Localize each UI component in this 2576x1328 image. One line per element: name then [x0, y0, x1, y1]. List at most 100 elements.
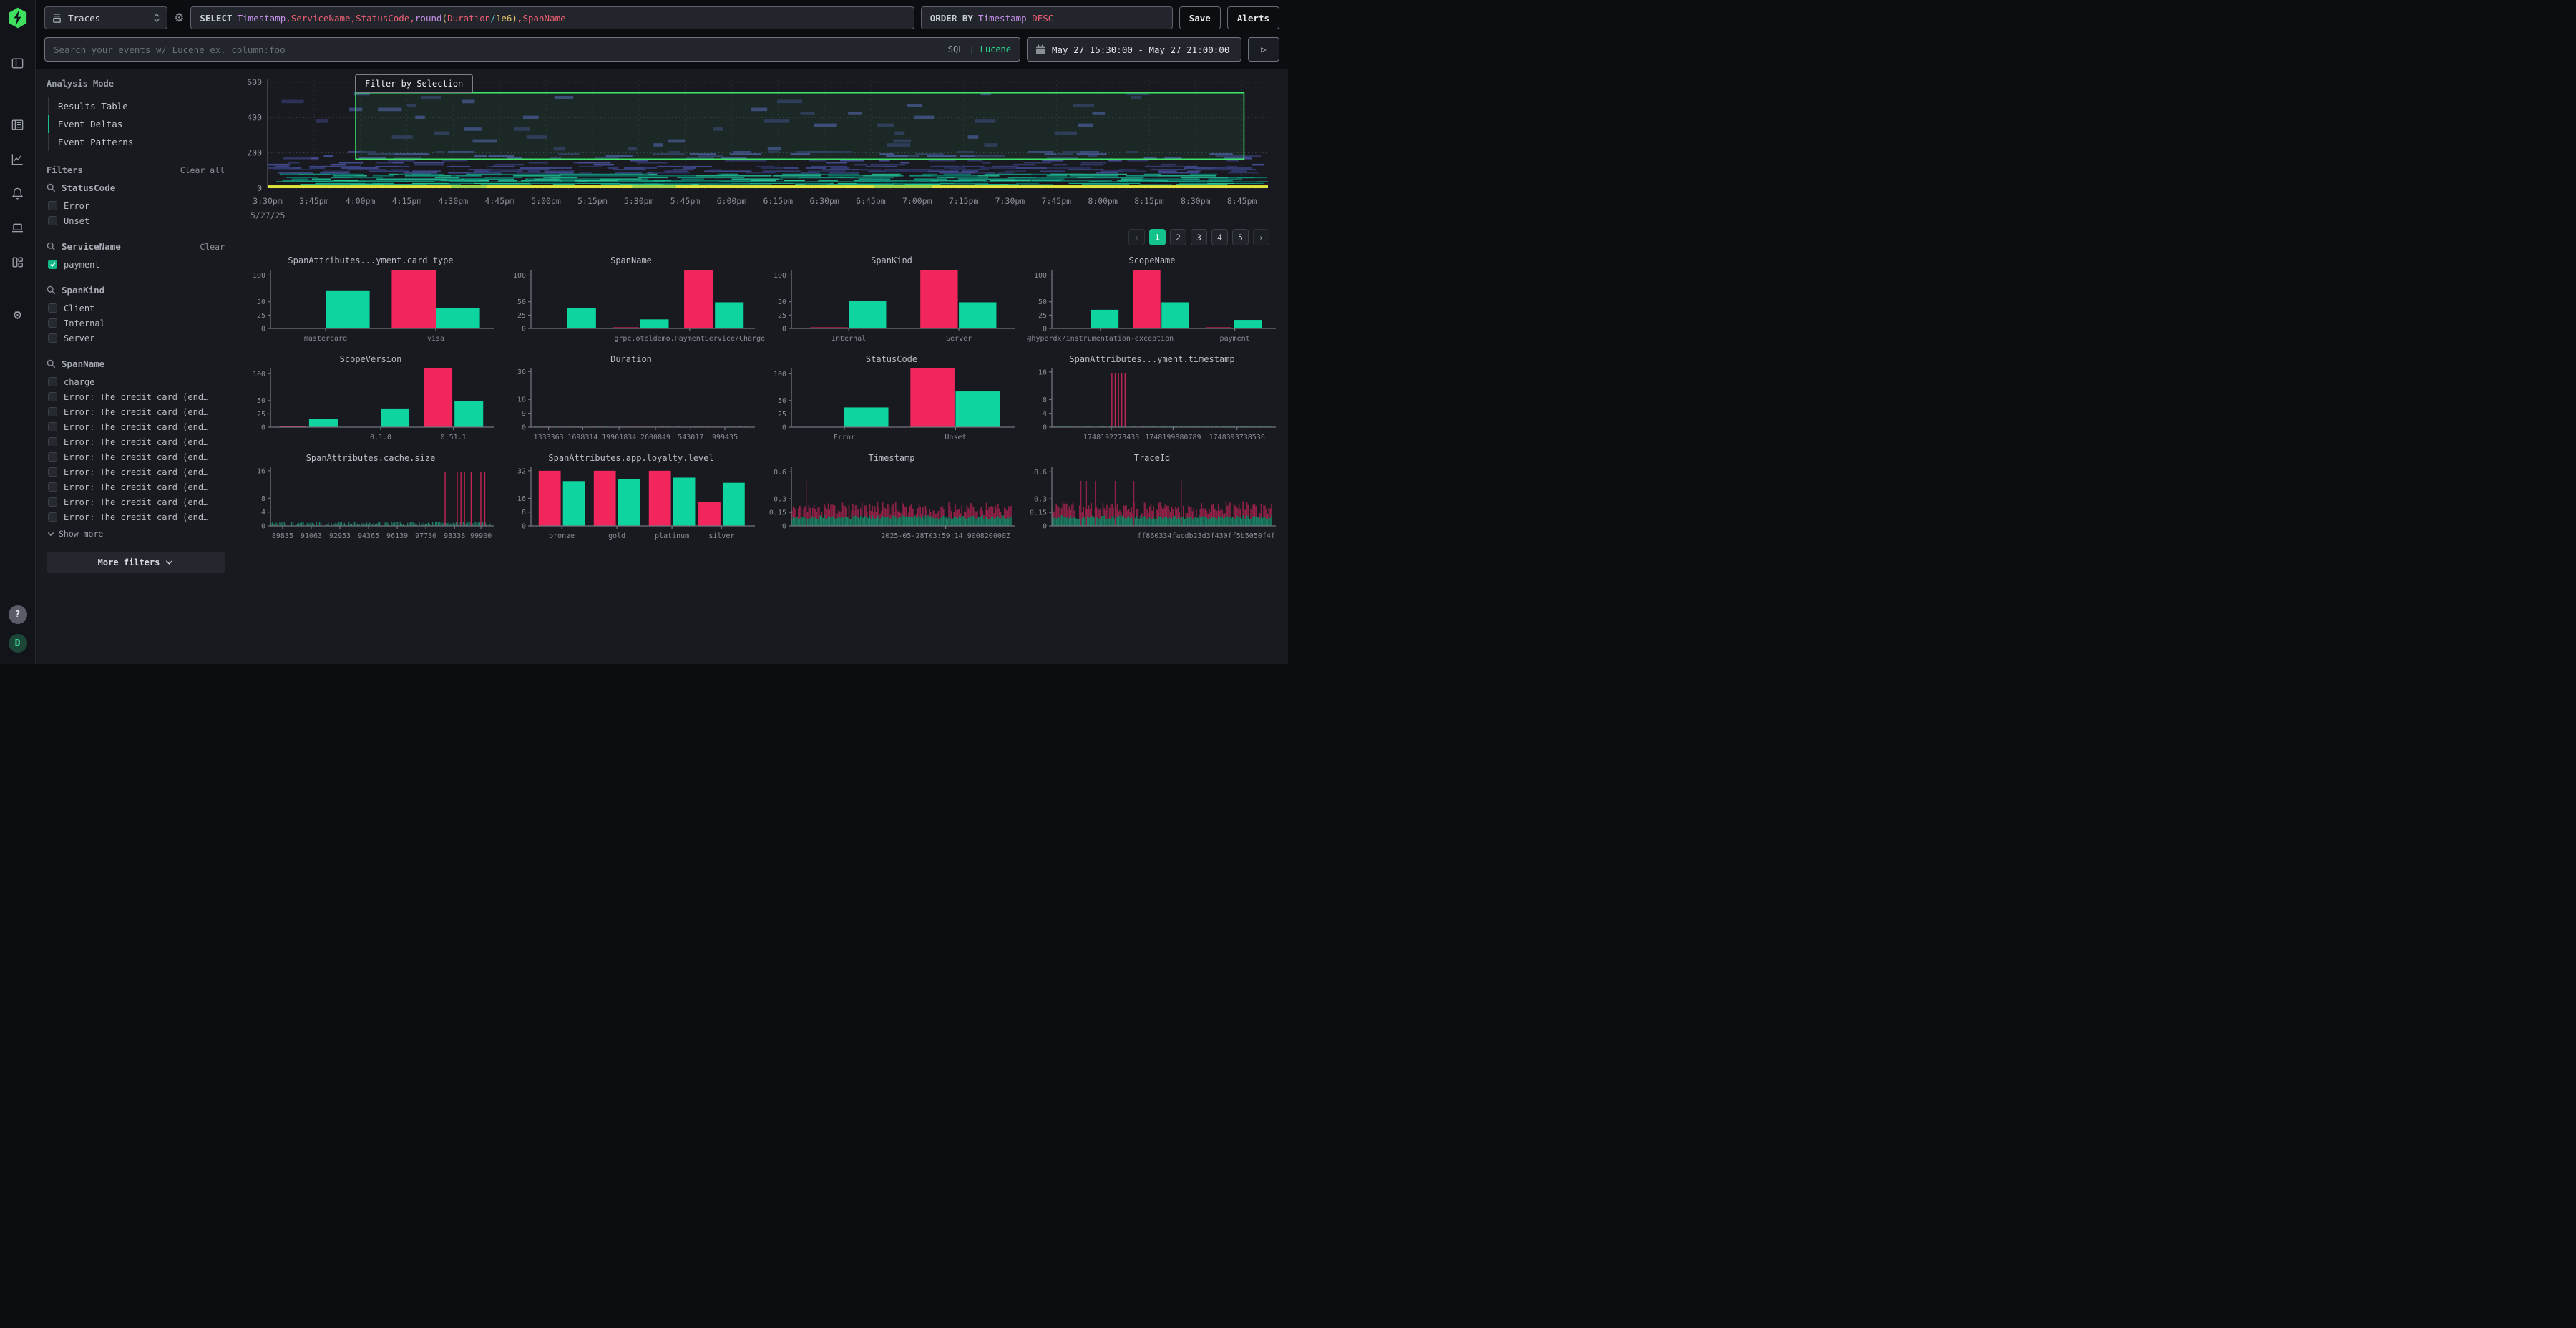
checkbox-checked[interactable] [48, 260, 57, 269]
mini-chart-svg[interactable]: 321680bronzegoldplatinumsilver [505, 465, 757, 547]
laptop-icon[interactable] [6, 215, 30, 240]
svg-text:0: 0 [782, 326, 786, 333]
pagination-page-1[interactable]: 1 [1149, 229, 1166, 245]
checkbox[interactable] [48, 497, 57, 507]
save-button[interactable]: Save [1179, 6, 1221, 29]
logs-icon[interactable] [6, 112, 30, 137]
bell-icon[interactable] [6, 181, 30, 205]
mini-chart-svg[interactable]: 1684017481922734331748199880789174839373… [1026, 366, 1278, 448]
filter-option[interactable]: Error: The credit card (end… [47, 464, 225, 479]
checkbox[interactable] [48, 201, 57, 210]
filter-option-label: payment [64, 260, 100, 270]
mini-chart-svg[interactable]: 3618901333363169831419961834260084954301… [505, 366, 757, 448]
mini-chart-svg[interactable]: 10050250InternalServer [766, 268, 1018, 349]
svg-text:visa: visa [427, 335, 444, 343]
analysis-mode-item[interactable]: Results Table [48, 97, 225, 115]
search-input[interactable]: Search your events w/ Lucene ex. column:… [44, 37, 1020, 62]
filter-option[interactable]: Client [47, 301, 225, 316]
mini-chart-9: SpanAttributes.app.loyalty.level321680br… [504, 453, 758, 547]
clear-all-link[interactable]: Clear all [180, 165, 225, 175]
run-query-button[interactable]: ▷ [1248, 37, 1279, 62]
layout-grid-icon[interactable] [6, 250, 30, 274]
events-heatmap-chart[interactable]: Filter by Selection 60040020003:30pm3:45… [238, 73, 1288, 223]
line-chart-icon[interactable] [6, 147, 30, 171]
filter-option[interactable]: Error: The credit card (end… [47, 479, 225, 494]
filter-option[interactable]: Error: The credit card (end… [47, 449, 225, 464]
alerts-button[interactable]: Alerts [1227, 6, 1279, 29]
filter-by-selection-tooltip[interactable]: Filter by Selection [355, 74, 473, 93]
query-token: Timestamp [238, 13, 286, 24]
filter-option[interactable]: charge [47, 374, 225, 389]
mini-chart-svg[interactable]: 100502500.1.00.51.1 [245, 366, 497, 448]
pagination-page-5[interactable]: 5 [1232, 229, 1249, 245]
svg-text:7:30pm: 7:30pm [995, 196, 1025, 206]
checkbox[interactable] [48, 452, 57, 462]
sql-toggle[interactable]: SQL [948, 44, 964, 54]
checkbox[interactable] [48, 333, 57, 343]
checkbox[interactable] [48, 437, 57, 446]
mini-chart-title: SpanAttributes...yment.card_type [243, 255, 498, 268]
query-token: , [351, 13, 356, 24]
filter-option[interactable]: Internal [47, 316, 225, 331]
pagination-page-3[interactable]: 3 [1191, 229, 1207, 245]
mini-chart-8: SpanAttributes.cache.size168408983591063… [243, 453, 498, 547]
checkbox[interactable] [48, 482, 57, 492]
gear-icon[interactable]: ⚙ [6, 303, 30, 327]
filter-option[interactable]: Error: The credit card (end… [47, 404, 225, 419]
svg-text:grpc.oteldemo.PaymentService/C: grpc.oteldemo.PaymentService/Charge [614, 335, 765, 343]
svg-text:6:15pm: 6:15pm [763, 196, 793, 206]
mini-chart-title: SpanName [504, 255, 758, 268]
pagination-page-4[interactable]: 4 [1211, 229, 1228, 245]
filter-option[interactable]: payment [47, 257, 225, 272]
checkbox[interactable] [48, 303, 57, 313]
source-select[interactable]: Traces [44, 6, 167, 29]
filter-option[interactable]: Error: The credit card (end… [47, 509, 225, 524]
svg-text:0: 0 [1043, 326, 1047, 333]
mini-chart-svg[interactable]: 0.60.30.150ff860334facdb23d3f430ff5b5050… [1026, 465, 1278, 547]
analysis-mode-item[interactable]: Event Patterns [48, 133, 225, 151]
filter-clear-link[interactable]: Clear [200, 242, 225, 252]
avatar[interactable]: D [9, 634, 27, 653]
date-range-picker[interactable]: May 27 15:30:00 - May 27 21:00:00 [1027, 37, 1241, 62]
mini-chart-svg[interactable]: 10050250ErrorUnset [766, 366, 1018, 448]
svg-text:payment: payment [1220, 335, 1250, 343]
filter-option[interactable]: Error: The credit card (end… [47, 419, 225, 434]
checkbox[interactable] [48, 467, 57, 477]
filter-option[interactable]: Server [47, 331, 225, 346]
panel-left-icon[interactable] [6, 51, 30, 75]
analysis-mode-item[interactable]: Event Deltas [48, 115, 225, 133]
checkbox[interactable] [48, 512, 57, 522]
order-by-input[interactable]: ORDER BY Timestamp DESC [921, 6, 1173, 29]
filter-option[interactable]: Error [47, 198, 225, 213]
help-button[interactable]: ? [9, 605, 27, 624]
mini-chart-svg[interactable]: 0.60.30.1502025-05-28T03:59:14.900820000… [766, 465, 1018, 547]
svg-text:100: 100 [513, 272, 526, 280]
more-filters-button[interactable]: More filters [47, 552, 225, 573]
checkbox[interactable] [48, 422, 57, 431]
show-more-link[interactable]: Show more [47, 524, 225, 539]
filter-option[interactable]: Error: The credit card (end… [47, 389, 225, 404]
selection-box[interactable] [356, 93, 1244, 160]
checkbox[interactable] [48, 407, 57, 416]
lucene-toggle[interactable]: Lucene [980, 44, 1011, 54]
filter-option[interactable]: Unset [47, 213, 225, 228]
checkbox[interactable] [48, 377, 57, 386]
query-token: , [286, 13, 291, 24]
mini-chart-svg[interactable]: 10050250mastercardvisa [245, 268, 497, 349]
query-token: ( [442, 13, 448, 24]
select-query-input[interactable]: SELECT Timestamp,ServiceName,StatusCode,… [190, 6, 914, 29]
checkbox[interactable] [48, 318, 57, 328]
pagination-next[interactable]: › [1253, 229, 1269, 245]
mini-chart-svg[interactable]: 10050250grpc.oteldemo.PaymentService/Cha… [505, 268, 757, 349]
mini-chart-10: Timestamp0.60.30.1502025-05-28T03:59:14.… [764, 453, 1019, 547]
checkbox[interactable] [48, 216, 57, 225]
checkbox[interactable] [48, 392, 57, 401]
mini-chart-svg[interactable]: 1684089835910639295394365961399773098338… [245, 465, 497, 547]
filter-option[interactable]: Error: The credit card (end… [47, 494, 225, 509]
pagination-prev[interactable]: ‹ [1128, 229, 1145, 245]
query-settings-gear-icon[interactable]: ⚙ [174, 11, 184, 25]
pagination-page-2[interactable]: 2 [1170, 229, 1186, 245]
filter-option[interactable]: Error: The credit card (end… [47, 434, 225, 449]
app-logo-icon[interactable] [8, 7, 28, 29]
mini-chart-svg[interactable]: 10050250@hyperdx/instrumentation-excepti… [1026, 268, 1278, 349]
